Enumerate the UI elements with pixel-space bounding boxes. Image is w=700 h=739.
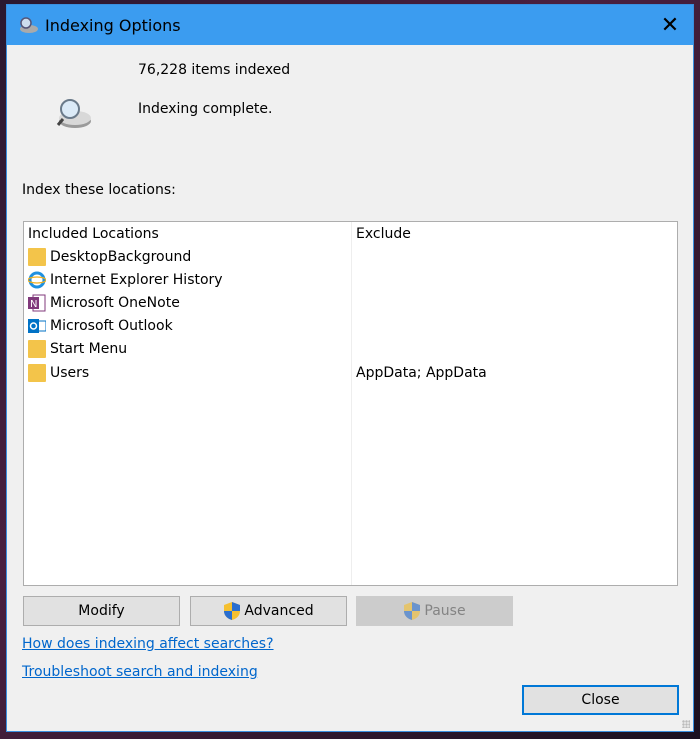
location-name: Internet Explorer History [50, 272, 223, 288]
uac-shield-icon [224, 602, 241, 620]
list-item[interactable]: Users AppData; AppData [28, 362, 668, 384]
list-item[interactable]: Microsoft Outlook [28, 315, 668, 337]
window-title: Indexing Options [45, 15, 181, 35]
location-exclude: AppData; AppData [356, 365, 487, 381]
indexing-app-icon [20, 17, 38, 33]
close-window-button[interactable]: ✕ [647, 5, 693, 45]
uac-shield-icon [404, 602, 421, 620]
list-header: Included Locations Exclude [28, 223, 668, 245]
list-item[interactable]: DesktopBackground [28, 246, 668, 268]
close-button[interactable]: Close [522, 685, 679, 715]
header-included-locations[interactable]: Included Locations [28, 226, 159, 242]
advanced-label: Advanced [244, 603, 314, 619]
title-bar: Indexing Options ✕ [7, 5, 693, 45]
modify-label: Modify [78, 603, 125, 619]
header-exclude[interactable]: Exclude [356, 226, 411, 242]
indexing-drive-icon [56, 99, 91, 128]
onenote-icon: N [28, 294, 46, 312]
indexing-status: Indexing complete. [138, 101, 273, 117]
location-name: Microsoft Outlook [50, 318, 173, 334]
location-name: Microsoft OneNote [50, 295, 180, 311]
pause-button[interactable]: Pause [356, 596, 513, 626]
folder-icon [28, 248, 46, 266]
folder-icon [28, 340, 46, 358]
locations-list[interactable]: Included Locations Exclude DesktopBackgr… [23, 221, 678, 586]
internet-explorer-icon [28, 271, 46, 289]
location-name: DesktopBackground [50, 249, 192, 265]
modify-button[interactable]: Modify [23, 596, 180, 626]
list-item[interactable]: Start Menu [28, 338, 668, 360]
how-indexing-affects-link[interactable]: How does indexing affect searches? [22, 636, 274, 652]
list-item[interactable]: Internet Explorer History [28, 269, 668, 291]
list-item[interactable]: N Microsoft OneNote [28, 292, 668, 314]
resize-grip[interactable] [682, 720, 690, 728]
index-locations-label: Index these locations: [22, 182, 176, 198]
location-name: Users [50, 365, 90, 381]
pause-label: Pause [424, 603, 466, 619]
folder-icon [28, 364, 46, 382]
location-name: Start Menu [50, 341, 128, 357]
troubleshoot-link[interactable]: Troubleshoot search and indexing [22, 664, 258, 680]
advanced-button[interactable]: Advanced [190, 596, 347, 626]
items-indexed-count: 76,228 items indexed [138, 62, 291, 78]
svg-text:N: N [30, 299, 37, 310]
outlook-icon [28, 319, 46, 333]
indexing-options-window: Indexing Options ✕ 76,228 items indexed … [6, 4, 694, 732]
close-label: Close [581, 692, 620, 708]
